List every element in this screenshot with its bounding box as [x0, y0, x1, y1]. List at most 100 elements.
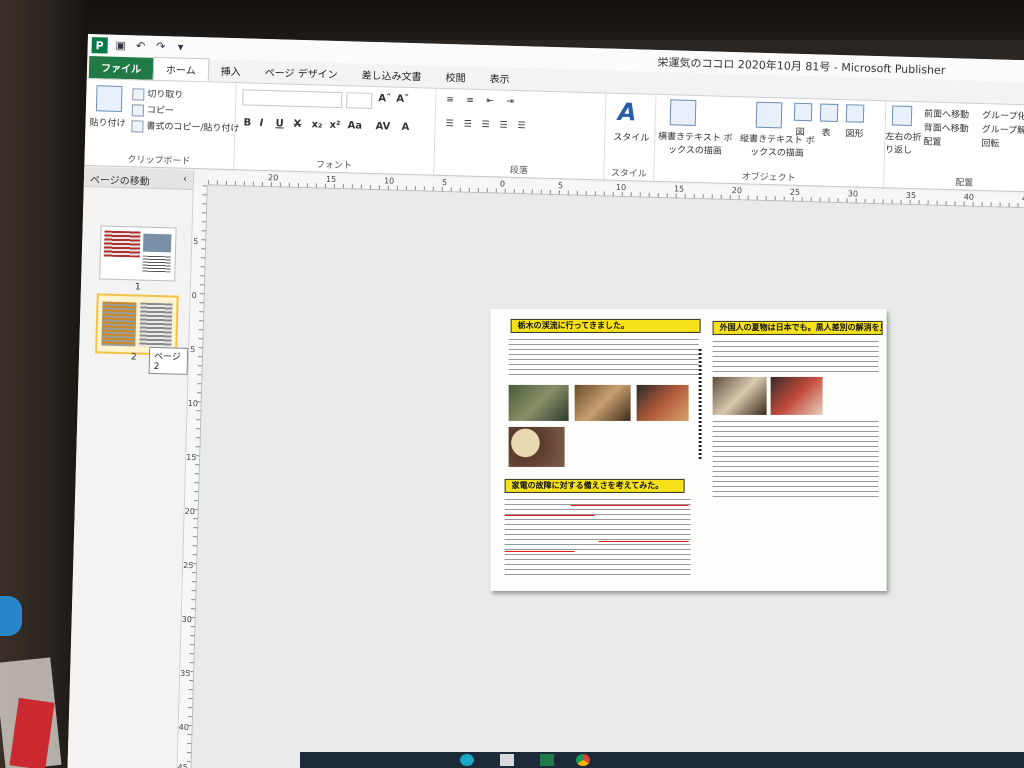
headline-2[interactable]: 外国人の夏物は日本でも。黒人差別の解消を見て [712, 320, 883, 335]
bring-forward-button[interactable]: 前面へ移動 [924, 106, 969, 120]
clipboard-group-label: クリップボード [127, 155, 191, 167]
align-right-icon[interactable]: ☰ [481, 120, 489, 130]
italic-icon[interactable]: I [259, 118, 263, 129]
save-icon[interactable]: ▣ [113, 39, 127, 53]
ruler-label: 45 [177, 762, 188, 768]
shrink-font-icon[interactable]: Aˇ [396, 94, 409, 105]
align-left-icon[interactable]: ☰ [445, 119, 453, 129]
numbering-icon[interactable]: ≡ [466, 96, 474, 106]
ruler-label: 15 [673, 184, 685, 194]
align-button[interactable]: 配置 [923, 134, 941, 147]
customize-qat-icon[interactable]: ▾ [173, 40, 187, 54]
article-1-text[interactable] [508, 338, 699, 379]
change-case-icon[interactable]: Aa [347, 120, 362, 131]
rotate-button[interactable]: 回転 [981, 136, 999, 149]
superscript-icon[interactable]: x² [329, 120, 340, 131]
page-thumbnail-1[interactable] [99, 225, 177, 282]
desk-blue-object [0, 596, 22, 636]
thumb-content [103, 230, 141, 258]
send-backward-button[interactable]: 背面へ移動 [924, 120, 969, 134]
publisher-app-icon[interactable]: P [91, 37, 108, 54]
headline-1[interactable]: 栃木の渓流に行ってきました。 [510, 318, 701, 333]
paste-icon[interactable] [95, 85, 123, 112]
strikethrough-icon[interactable]: X [293, 119, 301, 130]
font-name-box[interactable] [242, 89, 343, 109]
tab-file[interactable]: ファイル [88, 56, 154, 80]
red-emphasis-line [598, 540, 689, 542]
photo-fishing[interactable] [508, 384, 569, 421]
picture-icon[interactable] [793, 102, 813, 122]
subscript-icon[interactable]: x₂ [311, 119, 322, 130]
tab-mailings[interactable]: 差し込み文書 [349, 63, 434, 87]
photo-fish[interactable] [574, 384, 631, 421]
tab-home[interactable]: ホーム [152, 56, 210, 82]
photo-person-1[interactable] [712, 376, 767, 415]
store-icon[interactable] [500, 754, 514, 766]
group-button[interactable]: グループ化 [982, 108, 1024, 122]
edge-icon[interactable] [460, 754, 474, 766]
photo-person-2[interactable] [770, 376, 823, 415]
decrease-indent-icon[interactable]: ⇤ [486, 96, 494, 106]
wrap-text-button[interactable]: 左右の折り返し [885, 129, 922, 156]
format-painter-button[interactable]: 書式のコピー/貼り付け [131, 118, 240, 135]
picture-button[interactable]: 図 [795, 125, 804, 138]
headline-3[interactable]: 家電の故障に対する備えさを考えてみた。 [504, 478, 685, 493]
paste-button[interactable]: 貼り付け [89, 115, 125, 129]
article-2-text-top[interactable] [712, 340, 879, 373]
horizontal-textbox-icon[interactable] [669, 99, 697, 127]
collapse-pane-icon[interactable]: ‹ [183, 174, 187, 185]
distribute-icon[interactable]: ☰ [517, 121, 525, 131]
chrome-icon[interactable] [576, 754, 590, 766]
photo-soba[interactable] [508, 426, 565, 467]
publication-page[interactable]: 栃木の渓流に行ってきました。 外国人の夏物は日本でも。黒人差別の解消を見て 家電… [490, 308, 887, 591]
font-size-box[interactable] [346, 92, 373, 109]
workspace-canvas[interactable]: 栃木の渓流に行ってきました。 外国人の夏物は日本でも。黒人差別の解消を見て 家電… [191, 185, 1024, 768]
tab-review[interactable]: 校閲 [433, 66, 478, 89]
grow-font-icon[interactable]: Aˆ [378, 93, 391, 104]
bold-icon[interactable]: B [243, 117, 251, 128]
article-2-text-bottom[interactable] [712, 420, 879, 497]
undo-icon[interactable]: ↶ [133, 39, 147, 53]
page-navigation-pane: ページの移動 ‹ 1 2 ページ 2 [67, 166, 195, 768]
red-emphasis-line [504, 514, 595, 516]
table-icon[interactable] [819, 103, 839, 122]
bullets-icon[interactable]: ≡ [446, 95, 454, 105]
increase-indent-icon[interactable]: ⇥ [506, 97, 514, 107]
vertical-textbox-button[interactable]: 縦書きテキスト ボックスの描画 [737, 131, 818, 159]
cut-button[interactable]: 切り取り [132, 86, 183, 101]
page-navigation-header: ページの移動 ‹ [83, 166, 194, 190]
photo-grilled-fish[interactable] [636, 384, 689, 421]
scissors-icon [132, 87, 145, 101]
ungroup-button[interactable]: グループ解除 [982, 122, 1024, 136]
horizontal-textbox-button[interactable]: 横書きテキスト ボックスの描画 [655, 129, 736, 157]
styles-icon[interactable]: A [618, 98, 645, 127]
ruler-label: 40 [963, 192, 975, 202]
wrap-text-icon[interactable] [891, 105, 913, 127]
thumb-content [101, 301, 137, 347]
table-button[interactable]: 表 [821, 126, 830, 139]
ruler-label: 30 [847, 189, 859, 199]
tab-page-design[interactable]: ページ デザイン [252, 61, 350, 86]
ruler-label: 10 [383, 176, 395, 186]
paragraph-group: ≡ ≡ ⇤ ⇥ ☰ ☰ ☰ ☰ ☰ 段落 [434, 88, 607, 182]
redo-icon[interactable]: ↷ [153, 40, 167, 54]
article-3-text[interactable] [504, 498, 691, 579]
styles-button[interactable]: スタイル [613, 130, 649, 144]
font-color-icon[interactable]: A [401, 122, 409, 133]
copy-button[interactable]: コピー [131, 102, 174, 117]
underline-icon[interactable]: U [275, 118, 283, 129]
publisher-taskbar-icon[interactable] [540, 754, 554, 766]
ruler-label: 5 [190, 344, 196, 355]
cut-label: 切り取り [147, 89, 184, 101]
char-spacing-icon[interactable]: AV [375, 121, 390, 132]
shapes-button[interactable]: 図形 [845, 126, 863, 139]
tab-insert[interactable]: 挿入 [208, 59, 253, 82]
font-group-label: フォント [315, 160, 353, 172]
page-thumbnail-2[interactable] [95, 293, 179, 356]
vertical-textbox-icon[interactable] [755, 101, 783, 129]
justify-icon[interactable]: ☰ [499, 121, 507, 131]
vertical-caption[interactable] [698, 348, 702, 459]
align-center-icon[interactable]: ☰ [463, 120, 471, 130]
shapes-icon[interactable] [845, 104, 865, 123]
tab-view[interactable]: 表示 [477, 67, 522, 90]
